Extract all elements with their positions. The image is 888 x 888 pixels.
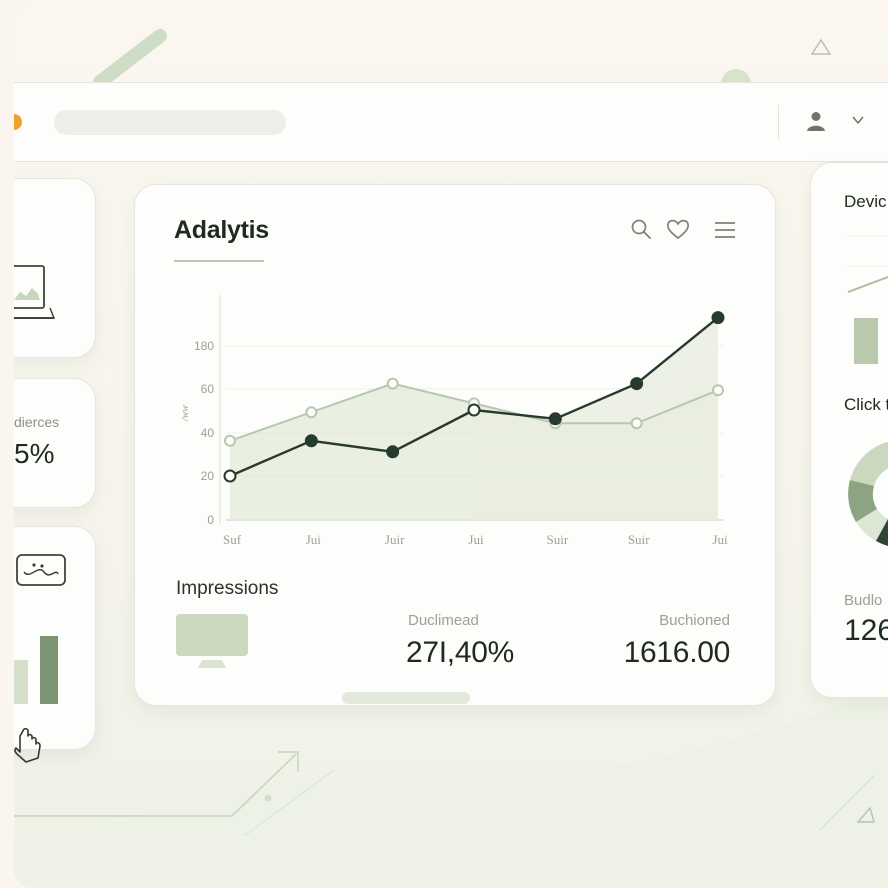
y-tick-label: 20 (201, 469, 215, 483)
search-icon[interactable] (630, 218, 652, 240)
audiences-value: 5% (14, 438, 55, 469)
status-dot (14, 114, 22, 130)
bar-chart-icon (14, 636, 58, 704)
x-tick-label: Juir (385, 532, 405, 547)
x-tick-label: Suf (223, 532, 242, 547)
devices-title: Devic (844, 192, 887, 211)
top-navigation-bar (14, 82, 888, 162)
data-point-light (305, 406, 318, 419)
metric-value: 27I,40% (406, 636, 514, 669)
donut-chart (848, 441, 888, 546)
line-chart: 0 20 40 60 180/ww Suf Jui Juir Jui Suir Suir Jui (180, 295, 728, 547)
y-tick-label: 0 (207, 513, 214, 527)
dashboard-canvas: dierces 5% Adalytis 0 20 40 60 180/ww Suf Jui J… (14, 0, 888, 888)
click-title: Click t (844, 395, 888, 414)
menu-icon[interactable] (714, 220, 736, 240)
user-icon[interactable] (804, 109, 828, 133)
card-handle (342, 692, 470, 704)
search-bar[interactable] (54, 110, 286, 135)
metric-label: Buchioned (659, 612, 730, 629)
title-underline (174, 260, 264, 262)
heart-icon[interactable] (666, 218, 690, 240)
data-point-dark (386, 445, 400, 459)
data-point-light (630, 417, 643, 430)
x-tick-label: Suir (628, 532, 650, 547)
triangle-icon (810, 38, 832, 55)
data-point-dark (467, 403, 481, 417)
x-tick-label: Jui (712, 532, 728, 547)
impressions-label: Impressions (176, 578, 279, 599)
chevron-down-icon[interactable] (850, 112, 866, 128)
card-title: Adalytis (174, 216, 269, 244)
y-tick-label: 60 (201, 382, 215, 396)
triangle-icon (856, 806, 875, 823)
data-point-light (386, 377, 399, 390)
y-axis-label: /ww (180, 405, 191, 422)
data-point-dark (711, 311, 725, 325)
data-point-light (224, 434, 236, 447)
laptop-icon (14, 265, 56, 319)
data-point-light (712, 384, 724, 397)
hand-pointer-icon (14, 728, 41, 763)
metric-value: 1616.00 (623, 636, 731, 669)
x-tick-label: Suir (546, 532, 568, 547)
metric-label: Duclimead (408, 612, 479, 629)
y-tick-label: 180 (194, 339, 214, 353)
budget-label: Budlo (844, 592, 883, 609)
budget-value: 126 (844, 614, 888, 647)
x-tick-label: Jui (468, 532, 484, 547)
divider (778, 105, 779, 139)
y-tick-label: 40 (201, 426, 215, 440)
devices-mini-chart (846, 235, 888, 364)
data-point-dark (223, 469, 237, 483)
x-tick-label: Jui (306, 532, 322, 547)
monitor-icon (176, 614, 248, 668)
data-point-dark (630, 377, 644, 391)
data-point-dark (548, 412, 562, 426)
trend-monitor-icon (16, 554, 66, 586)
data-point-dark (304, 434, 318, 448)
audiences-label: dierces (14, 414, 60, 430)
